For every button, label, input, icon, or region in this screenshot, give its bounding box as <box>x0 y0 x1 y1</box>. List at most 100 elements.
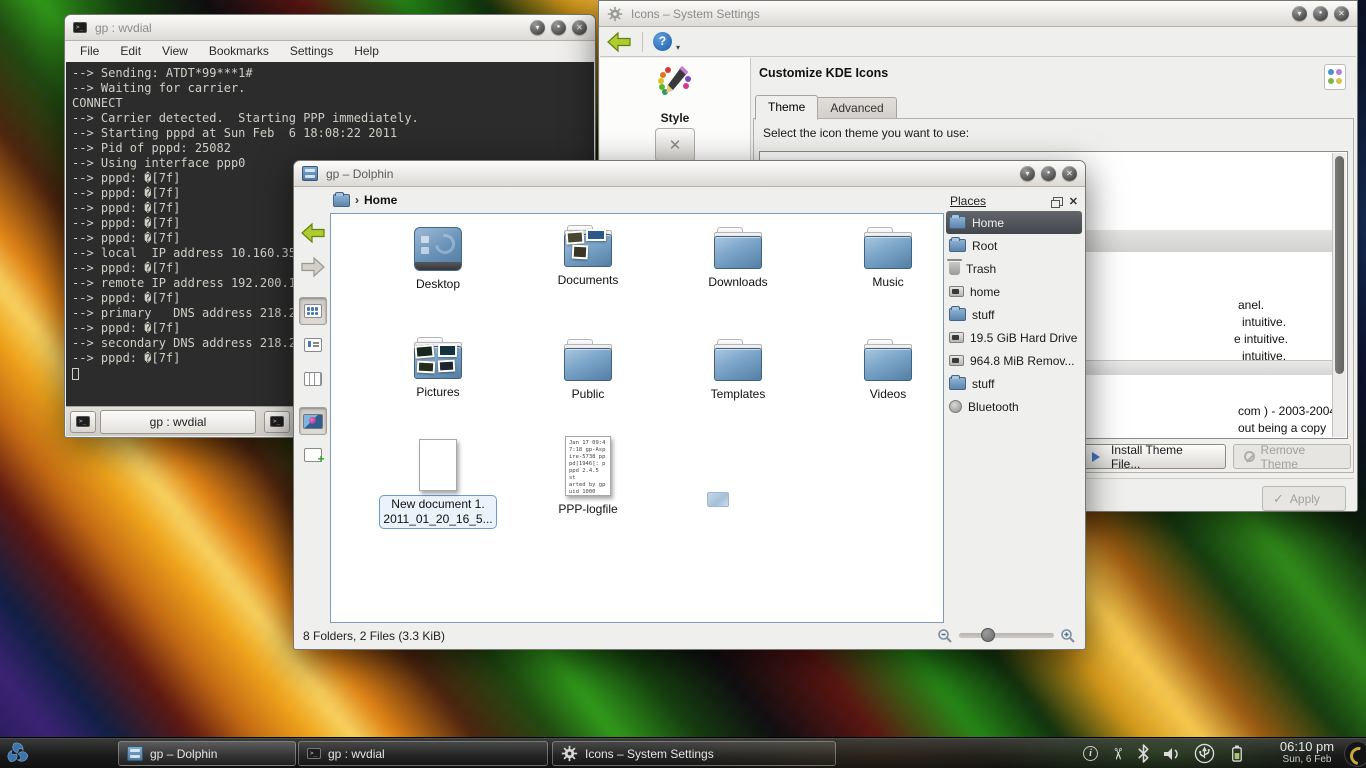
back-button[interactable] <box>299 219 327 247</box>
task-wvdial[interactable]: >_ gp : wvdial <box>298 741 548 766</box>
minimize-icon[interactable]: ▾ <box>530 20 545 35</box>
settings-titlebar[interactable]: Icons – System Settings ▾ ● ✕ <box>599 1 1357 27</box>
launcher-icon[interactable] <box>4 740 31 768</box>
chevron-down-icon[interactable]: ▾ <box>676 43 680 56</box>
split-view-button[interactable] <box>299 441 327 469</box>
folder-item-downloads[interactable]: Downloads <box>678 227 798 289</box>
place-item-home[interactable]: Home <box>946 211 1082 234</box>
maximize-icon[interactable]: ● <box>551 20 566 35</box>
place-label: Home <box>972 216 1004 230</box>
back-arrow-icon[interactable] <box>606 31 632 53</box>
gear-icon <box>607 6 623 22</box>
split-view-icon <box>304 448 322 462</box>
back-arrow-icon <box>300 222 326 244</box>
digital-clock[interactable]: 06:10 pm Sun, 6 Feb <box>1272 740 1342 766</box>
tab-list-button[interactable]: >_ <box>264 411 290 433</box>
folder-label: Videos <box>828 387 948 401</box>
bluetooth-icon[interactable] <box>1137 744 1150 763</box>
settings-title: Icons – System Settings <box>631 7 760 21</box>
minimize-icon[interactable]: ▾ <box>1020 166 1035 181</box>
apply-button[interactable]: ✓ Apply <box>1262 486 1346 511</box>
usb-device-icon[interactable] <box>1194 743 1215 764</box>
columns-view-button[interactable] <box>299 365 327 393</box>
panel-toolbox-icon[interactable] <box>1344 741 1366 767</box>
folder-item-desktop[interactable]: Desktop <box>378 227 498 291</box>
terminal-line: --> Carrier detected. Starting PPP immed… <box>72 111 588 126</box>
folder-item-templates[interactable]: Templates <box>678 339 798 401</box>
float-panel-icon[interactable] <box>1053 197 1063 206</box>
place-item-home-drive[interactable]: home <box>944 280 1084 303</box>
dolphin-file-view[interactable]: Desktop Documents Downloads Music <box>330 213 944 623</box>
theme-description-fragment: intuitive. <box>1242 315 1286 329</box>
place-item-bluetooth[interactable]: Bluetooth <box>944 395 1084 418</box>
folder-item-music[interactable]: Music <box>828 227 948 289</box>
sidebar-item-hardware[interactable]: ✕ <box>655 128 695 162</box>
menu-edit[interactable]: Edit <box>120 44 141 62</box>
battery-icon[interactable] <box>1228 744 1245 763</box>
zoom-out-icon[interactable] <box>937 628 953 644</box>
place-item-stuff-2[interactable]: stuff <box>944 372 1084 395</box>
task-system-settings[interactable]: Icons – System Settings <box>552 741 836 766</box>
zoom-slider[interactable] <box>959 633 1054 638</box>
terminal-menubar: File Edit View Bookmarks Settings Help <box>66 41 594 62</box>
scissors-icon[interactable]: ✂ <box>1108 747 1128 760</box>
volume-icon[interactable] <box>1163 746 1181 762</box>
toolbar-separator <box>642 32 643 52</box>
dolphin-window[interactable]: gp – Dolphin ▾ ● ✕ › Home <box>293 160 1086 650</box>
folder-item-videos[interactable]: Videos <box>828 339 948 401</box>
home-folder-icon[interactable] <box>333 194 350 207</box>
preview-button[interactable] <box>299 407 327 435</box>
tab-advanced[interactable]: Advanced <box>818 97 896 120</box>
details-view-button[interactable] <box>299 331 327 359</box>
icons-view-icon <box>304 304 322 318</box>
folder-item-public[interactable]: Public <box>528 339 648 401</box>
task-label: gp – Dolphin <box>150 747 217 761</box>
scrollbar-thumb[interactable] <box>1335 156 1344 374</box>
folder-label: Documents <box>528 273 648 287</box>
desktop: >_ gp : wvdial ▾ ● ✕ File Edit View Book… <box>0 0 1366 768</box>
place-item-stuff[interactable]: stuff <box>944 303 1084 326</box>
menu-file[interactable]: File <box>80 44 99 62</box>
minimize-icon[interactable]: ▾ <box>1292 6 1307 21</box>
place-item-root[interactable]: Root <box>944 234 1084 257</box>
install-theme-button[interactable]: Install Theme File... <box>1081 444 1226 469</box>
remove-theme-button[interactable]: Remove Theme <box>1233 444 1351 469</box>
place-item-trash[interactable]: Trash <box>944 257 1084 280</box>
dolphin-icon <box>302 166 318 181</box>
maximize-icon[interactable]: ● <box>1041 166 1056 181</box>
menu-help[interactable]: Help <box>354 44 379 62</box>
place-item-removable[interactable]: 964.8 MiB Remov... <box>944 349 1084 372</box>
close-icon[interactable]: ✕ <box>1062 166 1077 181</box>
place-item-hard-drive[interactable]: 19.5 GiB Hard Drive <box>944 326 1084 349</box>
close-icon[interactable]: ✕ <box>572 20 587 35</box>
dolphin-titlebar[interactable]: gp – Dolphin ▾ ● ✕ <box>294 161 1085 187</box>
folder-item-documents[interactable]: Documents <box>528 225 648 287</box>
info-icon[interactable]: i <box>1083 746 1098 761</box>
menu-settings[interactable]: Settings <box>290 44 333 62</box>
file-item-ppp-logfile[interactable]: Jan 17 09:4 7:18 gp-Asp ire-5738 pp pd[1… <box>528 436 648 516</box>
zoom-slider-handle[interactable] <box>981 628 995 642</box>
blank-document-icon <box>419 439 457 491</box>
folder-item-pictures[interactable]: Pictures <box>378 337 498 399</box>
help-icon[interactable]: ? <box>653 32 672 51</box>
file-item-new-document[interactable]: New document 1. 2011_01_20_16_5... <box>378 439 498 529</box>
maximize-icon[interactable]: ● <box>1313 6 1328 21</box>
scrollbar[interactable] <box>1332 153 1346 437</box>
place-label: stuff <box>972 377 994 391</box>
terminal-titlebar[interactable]: >_ gp : wvdial ▾ ● ✕ <box>65 15 595 41</box>
clock-time: 06:10 pm <box>1272 740 1342 753</box>
forward-button[interactable] <box>299 253 327 281</box>
sidebar-item-style[interactable]: Style <box>600 64 750 125</box>
task-dolphin[interactable]: gp – Dolphin <box>118 741 296 766</box>
new-tab-button[interactable]: >_ <box>70 411 96 433</box>
icons-view-button[interactable] <box>299 297 327 325</box>
tab-theme[interactable]: Theme <box>755 95 818 120</box>
dolphin-statusbar: 8 Folders, 2 Files (3.3 KiB) <box>295 623 1084 648</box>
close-panel-icon[interactable]: ✕ <box>1069 195 1078 208</box>
breadcrumb-home[interactable]: Home <box>364 193 397 207</box>
menu-view[interactable]: View <box>162 44 188 62</box>
zoom-in-icon[interactable] <box>1060 628 1076 644</box>
terminal-tab[interactable]: gp : wvdial <box>100 410 256 434</box>
menu-bookmarks[interactable]: Bookmarks <box>209 44 269 62</box>
close-icon[interactable]: ✕ <box>1334 6 1349 21</box>
